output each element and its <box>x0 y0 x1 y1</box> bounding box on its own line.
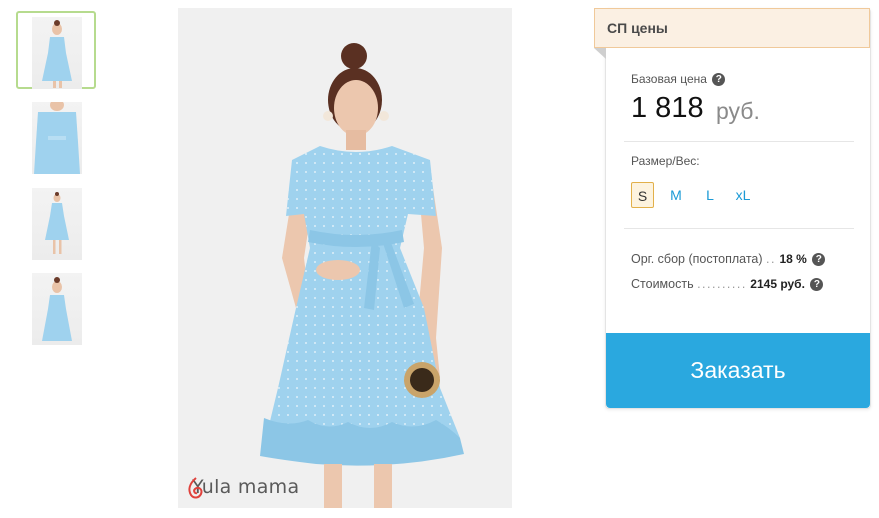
thumbnail-1[interactable] <box>16 11 96 89</box>
org-fee-label: Орг. сбор (постоплата) <box>631 252 763 266</box>
thumbnail-image <box>32 273 82 345</box>
order-button[interactable]: Заказать <box>606 333 870 408</box>
ribbon-fold <box>594 48 606 59</box>
leader-dots: .......... <box>697 277 747 291</box>
divider <box>624 228 854 229</box>
thumbnail-2[interactable] <box>16 96 96 174</box>
cost-row: Стоимость .......... 2145 руб. ? <box>631 277 824 291</box>
price-currency: руб. <box>716 98 760 124</box>
cost-label: Стоимость <box>631 277 694 291</box>
thumbnail-image <box>32 17 82 89</box>
brand-name: Yula mama <box>192 476 300 498</box>
brand-watermark: Yula mama <box>186 476 300 499</box>
size-option-xl[interactable]: xL <box>731 182 755 208</box>
base-price-label-text: Базовая цена <box>631 72 707 86</box>
price-value: 1 818 <box>631 92 704 124</box>
size-option-l[interactable]: L <box>701 182 719 208</box>
question-icon[interactable]: ? <box>712 73 726 86</box>
cost-value: 2145 руб. <box>750 277 805 291</box>
org-fee-row: Орг. сбор (постоплата) .. 18 % ? <box>631 252 826 266</box>
ribbon-title: СП цены <box>607 20 668 36</box>
price-panel: СП цены Базовая цена ? 1 818 руб. Размер… <box>594 8 871 409</box>
thumbnail-image <box>32 188 82 260</box>
thumbnail-image <box>32 102 82 174</box>
dress-illustration <box>260 43 464 508</box>
size-option-m[interactable]: M <box>665 182 687 208</box>
leader-dots: .. <box>766 252 776 266</box>
divider <box>624 141 854 142</box>
size-label: Размер/Вес: <box>631 154 700 168</box>
thumbnail-4[interactable] <box>16 267 96 345</box>
panel-ribbon: СП цены <box>594 8 870 48</box>
question-icon[interactable]: ? <box>812 253 826 266</box>
base-price-label: Базовая цена ? <box>631 72 726 86</box>
org-fee-value: 18 % <box>779 252 807 266</box>
size-option-s[interactable]: S <box>631 182 654 208</box>
question-icon[interactable]: ? <box>810 278 824 291</box>
thumbnail-3[interactable] <box>16 182 96 260</box>
main-product-image[interactable]: Yula mama <box>178 8 512 508</box>
